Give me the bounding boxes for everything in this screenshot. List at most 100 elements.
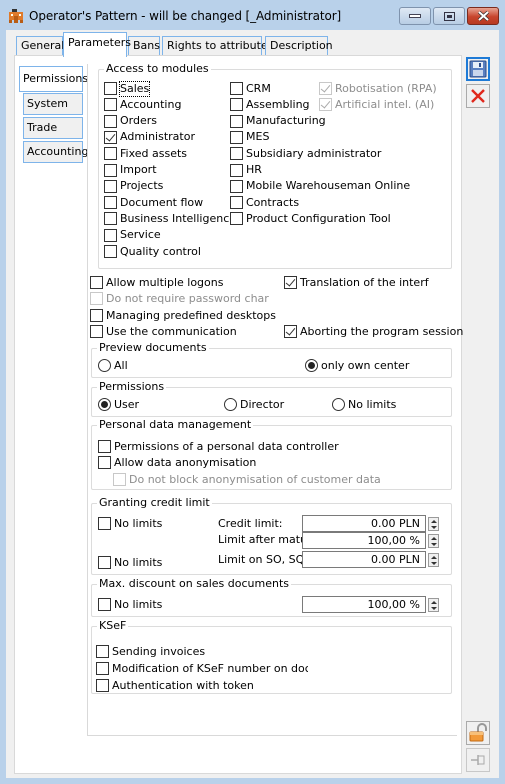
checkbox-box: [96, 645, 109, 658]
tab-label: Bans: [133, 39, 160, 52]
module-robotisation-rpa-checkbox[interactable]: Robotisation (RPA): [319, 81, 437, 96]
checkbox-label: Artificial intel. (AI): [335, 97, 435, 111]
maximize-button[interactable]: [433, 7, 465, 25]
checkbox-label: No limits: [114, 597, 163, 611]
module-artificial-intel-ai-checkbox[interactable]: Artificial intel. (AI): [319, 97, 434, 112]
checkbox-label: Subsidiary administrator: [246, 146, 382, 160]
checkbox-label: Assembling: [246, 97, 310, 111]
tab-parameters[interactable]: Parameters: [63, 32, 131, 57]
ksef-modification-checkbox[interactable]: Modification of KSeF number on documen: [96, 661, 308, 676]
module-mes-checkbox[interactable]: MES: [230, 130, 269, 145]
checkbox-label: Mobile Warehouseman Online: [246, 179, 411, 193]
credit-limit-input[interactable]: 0.00 PLN: [302, 515, 439, 532]
checkbox-label: Import: [120, 163, 157, 176]
module-product-configuration-tool-checkbox[interactable]: Product Configuration Tool: [230, 211, 391, 226]
ksef-sending-invoices-checkbox[interactable]: Sending invoices: [96, 644, 205, 659]
lock-button[interactable]: [466, 721, 490, 745]
discount-no-limits-checkbox[interactable]: No limits: [98, 597, 162, 612]
module-business-intelligence-checkbox[interactable]: Business Intelligence: [104, 211, 236, 226]
use-communication-checkbox[interactable]: Use the communication: [90, 324, 237, 339]
credit-no-limits-checkbox[interactable]: No limits: [98, 516, 162, 531]
spinner-arrows-icon[interactable]: [428, 517, 439, 531]
radio-circle: [332, 398, 345, 411]
radio-label: Director: [240, 397, 285, 411]
checkbox-label: Modification of KSeF number on documen: [112, 661, 308, 675]
tab-rights-to-attributes[interactable]: Rights to attributes: [162, 36, 273, 56]
spinner-arrows-icon[interactable]: [428, 598, 439, 612]
module-subsidiary-administrator-checkbox[interactable]: Subsidiary administrator: [230, 146, 381, 161]
permission-director-radio[interactable]: Director: [224, 397, 284, 412]
max-discount-input[interactable]: 100,00 %: [302, 596, 439, 613]
checkbox-box: [113, 473, 126, 486]
title-bar[interactable]: Operator's Pattern - will be changed [_A…: [0, 0, 505, 30]
checkbox-box: [284, 325, 297, 338]
allow-multiple-logons-checkbox[interactable]: Allow multiple logons: [90, 275, 223, 290]
do-not-block-anonymisation-checkbox[interactable]: Do not block anonymisation of customer d…: [113, 472, 381, 487]
limit-after-maturity-input[interactable]: 100,00 %: [302, 532, 439, 549]
module-projects-checkbox[interactable]: Projects: [104, 179, 163, 194]
side-tab-trade[interactable]: Trade: [23, 117, 83, 139]
module-accounting-checkbox[interactable]: Accounting: [104, 97, 181, 112]
checkbox-label: Contracts: [246, 195, 300, 209]
module-contracts-checkbox[interactable]: Contracts: [230, 195, 299, 210]
radio-circle: [98, 359, 111, 372]
checkbox-label: Sending invoices: [112, 644, 206, 658]
module-fixed-assets-checkbox[interactable]: Fixed assets: [104, 146, 187, 161]
so-no-limits-checkbox[interactable]: No limits: [98, 555, 162, 570]
tab-label: Parameters: [68, 36, 131, 49]
translation-interface-checkbox[interactable]: Translation of the interf: [284, 275, 429, 290]
checkbox-label: Sales: [118, 80, 151, 97]
ksef-authentication-token-checkbox[interactable]: Authentication with token: [96, 678, 254, 693]
module-quality-control-checkbox[interactable]: Quality control: [104, 244, 201, 259]
close-button[interactable]: [467, 7, 499, 25]
preview-all-radio[interactable]: All: [98, 358, 128, 373]
module-manufacturing-checkbox[interactable]: Manufacturing: [230, 114, 326, 129]
do-not-require-password-checkbox[interactable]: Do not require password char: [90, 291, 269, 306]
personal-data-controller-checkbox[interactable]: Permissions of a personal data controlle…: [98, 439, 339, 454]
preview-own-center-radio[interactable]: only own center: [305, 358, 409, 373]
pin-button[interactable]: [466, 748, 490, 772]
side-tab-permissions[interactable]: Permissions: [19, 66, 88, 92]
allow-data-anonymisation-checkbox[interactable]: Allow data anonymisation: [98, 455, 256, 470]
limit-on-so-input[interactable]: 0.00 PLN: [302, 551, 439, 568]
side-tab-label: Permissions: [23, 72, 89, 85]
checkbox-label: Do not require password char: [106, 291, 269, 305]
checkbox-label: Use the communication: [106, 324, 237, 338]
radio-label: User: [114, 397, 140, 411]
module-crm-checkbox[interactable]: CRM: [230, 81, 271, 96]
checkbox-label: Robotisation (RPA): [335, 81, 437, 95]
spinner-arrows-icon[interactable]: [428, 553, 439, 567]
permission-user-radio[interactable]: User: [98, 397, 139, 412]
aborting-program-session-checkbox[interactable]: Aborting the program session: [284, 324, 463, 339]
tab-bans[interactable]: Bans: [128, 36, 160, 56]
checkbox-box: [104, 147, 117, 161]
module-administrator-checkbox[interactable]: Administrator: [104, 130, 195, 145]
module-service-checkbox[interactable]: Service: [104, 228, 161, 243]
module-hr-checkbox[interactable]: HR: [230, 163, 262, 178]
managing-predefined-desktops-checkbox[interactable]: Managing predefined desktops: [90, 308, 276, 323]
save-button[interactable]: [466, 57, 490, 81]
tab-general[interactable]: General: [16, 36, 64, 56]
side-tab-system[interactable]: System: [23, 93, 83, 115]
module-document-flow-checkbox[interactable]: Document flow: [104, 195, 203, 210]
module-mobile-warehouseman-online-checkbox[interactable]: Mobile Warehouseman Online: [230, 179, 410, 194]
module-import-checkbox[interactable]: Import: [104, 163, 157, 178]
module-assembling-checkbox[interactable]: Assembling: [230, 97, 310, 112]
checkbox-label: CRM: [246, 81, 271, 95]
spinner-arrows-icon[interactable]: [428, 534, 439, 548]
minimize-button[interactable]: [399, 7, 431, 25]
permission-no-limits-radio[interactable]: No limits: [332, 397, 396, 412]
checkbox-box: [104, 245, 117, 258]
save-icon: [469, 60, 487, 78]
group-title: Personal data management: [97, 418, 254, 432]
checkbox-box: [104, 179, 117, 193]
maximize-icon: [434, 8, 464, 24]
module-orders-checkbox[interactable]: Orders: [104, 114, 157, 129]
module-sales-checkbox[interactable]: Sales: [104, 80, 151, 97]
checkbox-label: Orders: [120, 114, 157, 128]
tab-description[interactable]: Description: [265, 36, 333, 56]
cancel-button[interactable]: [466, 84, 490, 108]
checkbox-label: Authentication with token: [112, 678, 254, 692]
side-tab-accounting[interactable]: Accounting: [23, 141, 88, 163]
checkbox-box: [230, 212, 243, 226]
